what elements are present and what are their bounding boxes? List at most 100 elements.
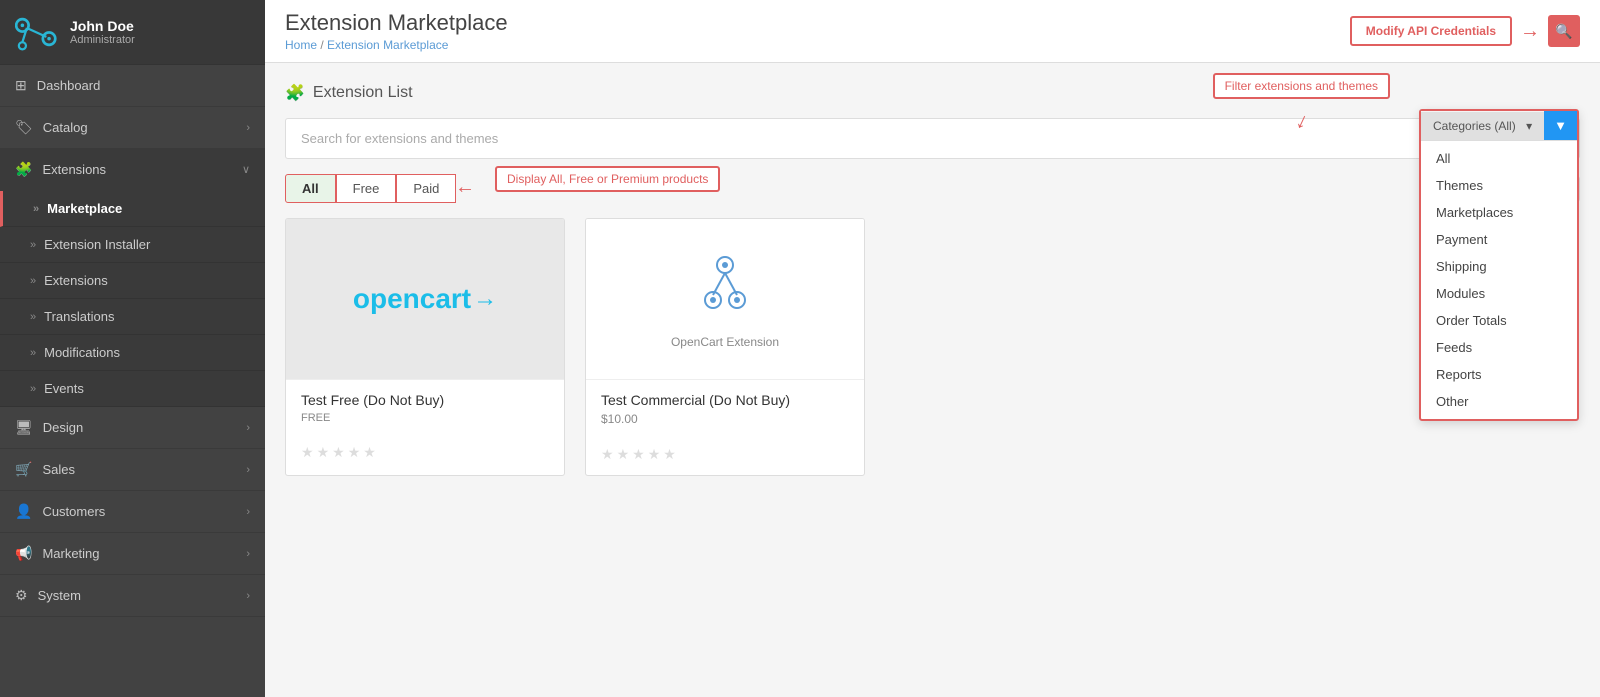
product-image-2: OpenCart Extension <box>586 219 864 379</box>
dashboard-icon: ⊞ <box>15 77 27 94</box>
product-price-1: FREE <box>301 412 549 424</box>
sidebar-item-label: Modifications <box>44 345 120 360</box>
sidebar-item-label: Design <box>43 420 83 435</box>
topbar-right: Modify API Credentials → 🔍 <box>1350 15 1580 47</box>
star-icon: ★ <box>317 444 330 461</box>
price-filter-free[interactable]: Free <box>336 174 397 203</box>
price-annotation-arrow: ← <box>455 176 475 199</box>
sidebar-item-label: Events <box>44 381 84 396</box>
search-top-button[interactable]: 🔍 <box>1548 15 1580 47</box>
product-card-2[interactable]: OpenCart Extension Test Commercial (Do N… <box>585 218 865 476</box>
category-item-feeds[interactable]: Feeds <box>1421 334 1577 361</box>
puzzle-icon: 🧩 <box>285 83 305 103</box>
category-item-order-totals[interactable]: Order Totals <box>1421 307 1577 334</box>
star-icon: ★ <box>617 446 630 463</box>
chevron-right-icon: » <box>33 203 39 215</box>
chevron-right-icon: » <box>30 275 36 287</box>
sidebar-item-marketing[interactable]: 📢 Marketing › <box>0 533 265 575</box>
categories-dropdown-header: Categories (All) ▾ ▼ <box>1421 111 1577 141</box>
sidebar-item-label: Translations <box>44 309 114 324</box>
star-icon: ★ <box>648 446 661 463</box>
topbar-left: Extension Marketplace Home / Extension M… <box>285 10 508 52</box>
sidebar-item-customers[interactable]: 👤 Customers › <box>0 491 265 533</box>
sidebar-item-dashboard[interactable]: ⊞ Dashboard <box>0 65 265 107</box>
price-sort-row: All Free Paid ← Display All, Free or Pre… <box>285 174 1580 203</box>
star-icon: ★ <box>301 444 314 461</box>
breadcrumb-current[interactable]: Extension Marketplace <box>327 38 448 52</box>
catalog-icon: 🏷 <box>15 119 33 136</box>
breadcrumb-home[interactable]: Home <box>285 38 317 52</box>
price-filter-paid[interactable]: Paid <box>396 174 456 203</box>
product-image-1: opencart → <box>286 219 564 379</box>
page-title: Extension Marketplace <box>285 10 508 36</box>
sidebar-item-label: Extensions <box>44 273 108 288</box>
breadcrumb: Home / Extension Marketplace <box>285 38 508 52</box>
sidebar-item-marketplace[interactable]: » Marketplace <box>0 191 265 227</box>
chevron-right-icon: › <box>246 590 250 602</box>
category-item-payment[interactable]: Payment <box>1421 226 1577 253</box>
product-name-1: Test Free (Do Not Buy) <box>301 392 549 408</box>
star-icon: ★ <box>601 446 614 463</box>
filter-icon: ▼ <box>1554 118 1567 133</box>
sidebar-item-extensions[interactable]: 🧩 Extensions ∨ <box>0 149 265 191</box>
main-content: Extension Marketplace Home / Extension M… <box>265 0 1600 697</box>
topbar: Extension Marketplace Home / Extension M… <box>265 0 1600 63</box>
categories-filter-icon-button[interactable]: ▼ <box>1544 111 1577 140</box>
category-item-other[interactable]: Other <box>1421 388 1577 415</box>
sidebar-item-label: Extension Installer <box>44 237 150 252</box>
modify-api-button[interactable]: Modify API Credentials <box>1350 16 1512 46</box>
chevron-right-icon: › <box>246 548 250 560</box>
content-area: 🧩 Extension List Filter extensions and t… <box>265 63 1600 697</box>
chevron-right-icon: » <box>30 239 36 251</box>
filter-search-input[interactable] <box>301 131 1564 146</box>
design-icon: 🖥 <box>15 419 33 436</box>
sidebar-item-label: System <box>38 588 81 603</box>
product-card-1[interactable]: opencart → Test Free (Do Not Buy) FREE ★… <box>285 218 565 476</box>
sidebar-item-label: Sales <box>42 462 75 477</box>
price-filter-all[interactable]: All <box>285 174 336 203</box>
category-item-marketplaces[interactable]: Marketplaces <box>1421 199 1577 226</box>
category-item-modules[interactable]: Modules <box>1421 280 1577 307</box>
sidebar-item-events[interactable]: » Events <box>0 371 265 407</box>
arrow-right-icon: → <box>1520 20 1540 43</box>
sales-icon: 🛒 <box>15 461 32 478</box>
sidebar-item-translations[interactable]: » Translations <box>0 299 265 335</box>
chevron-right-icon: › <box>246 506 250 518</box>
sidebar-item-extension-installer[interactable]: » Extension Installer <box>0 227 265 263</box>
product-type-label: OpenCart Extension <box>671 335 779 349</box>
categories-button[interactable]: Categories (All) ▾ <box>1421 112 1544 140</box>
sidebar-item-label: Catalog <box>43 120 88 135</box>
search-icon: 🔍 <box>1555 23 1572 40</box>
sidebar-item-system[interactable]: ⚙ System › <box>0 575 265 617</box>
category-item-all[interactable]: All <box>1421 145 1577 172</box>
sidebar-item-catalog[interactable]: 🏷 Catalog › <box>0 107 265 149</box>
chevron-right-icon: › <box>246 464 250 476</box>
sidebar-item-label: Dashboard <box>37 78 101 93</box>
sidebar-item-modifications[interactable]: » Modifications <box>0 335 265 371</box>
product-info-1: Test Free (Do Not Buy) FREE <box>286 379 564 436</box>
filter-area: Filter extensions and themes ↓ Categorie… <box>285 118 1580 159</box>
categories-label: Categories (All) <box>1433 119 1516 133</box>
product-rating-2: ★ ★ ★ ★ ★ <box>586 438 864 475</box>
sidebar-user-role: Administrator <box>70 34 135 46</box>
price-filter-group: All Free Paid ← Display All, Free or Pre… <box>285 174 456 203</box>
filter-annotation: Filter extensions and themes <box>1213 73 1390 99</box>
chevron-right-icon: » <box>30 383 36 395</box>
customers-icon: 👤 <box>15 503 32 520</box>
chevron-down-icon: ∨ <box>242 163 250 176</box>
product-rating-1: ★ ★ ★ ★ ★ <box>286 436 564 473</box>
sidebar-item-sales[interactable]: 🛒 Sales › <box>0 449 265 491</box>
product-price-2: $10.00 <box>601 412 849 426</box>
sidebar-item-label: Marketplace <box>47 201 122 216</box>
category-item-shipping[interactable]: Shipping <box>1421 253 1577 280</box>
star-icon: ★ <box>363 444 376 461</box>
sidebar: John Doe Administrator ⊞ Dashboard 🏷 Cat… <box>0 0 265 697</box>
category-item-themes[interactable]: Themes <box>1421 172 1577 199</box>
sidebar-user-header: John Doe Administrator <box>0 0 265 65</box>
sidebar-item-design[interactable]: 🖥 Design › <box>0 407 265 449</box>
star-icon: ★ <box>663 446 676 463</box>
opencart-logo: opencart → <box>353 283 497 315</box>
sidebar-item-extensions-sub[interactable]: » Extensions <box>0 263 265 299</box>
category-item-reports[interactable]: Reports <box>1421 361 1577 388</box>
price-annotation: Display All, Free or Premium products <box>495 166 720 192</box>
